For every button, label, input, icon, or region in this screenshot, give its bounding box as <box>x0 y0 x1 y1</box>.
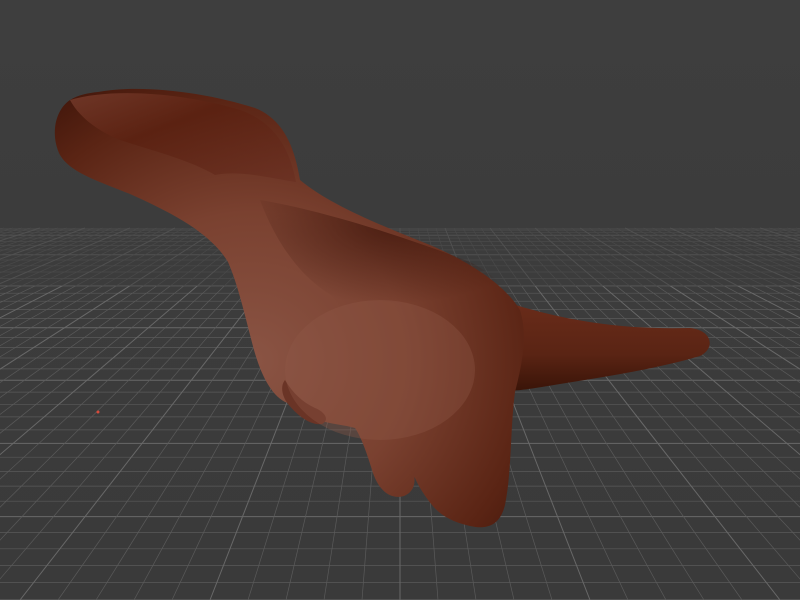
viewport-canvas[interactable] <box>0 0 800 600</box>
dinosaur-model[interactable] <box>54 88 710 528</box>
3d-viewport[interactable] <box>0 0 800 600</box>
model-belly-highlight <box>285 300 475 440</box>
model-tail <box>500 300 710 391</box>
origin-marker <box>96 410 100 414</box>
